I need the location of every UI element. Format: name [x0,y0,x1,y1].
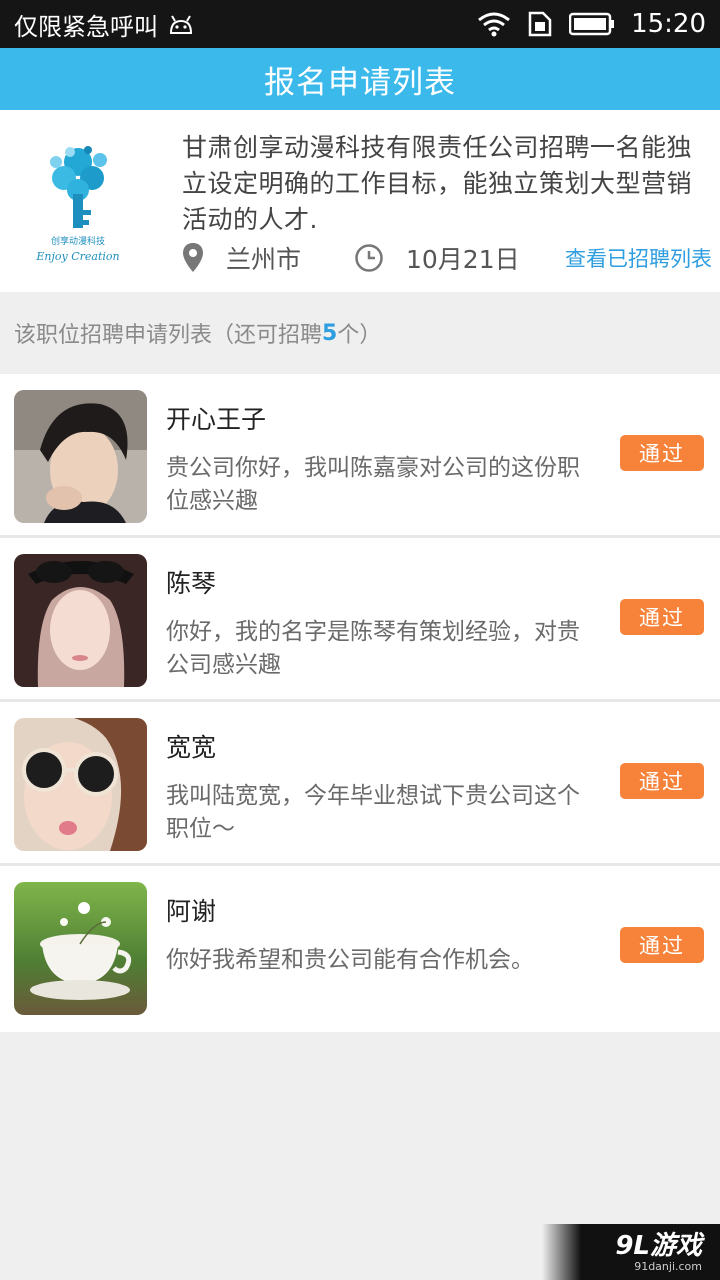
applicant-name: 陈琴 [166,569,217,598]
logo-text-bottom: Enjoy Creation [35,250,119,263]
logo-text-top: 创享动漫科技 [51,235,105,247]
battery-icon [569,12,615,36]
view-hired-list-link[interactable]: 查看已招聘列表 [565,243,712,273]
carrier-text: 仅限紧急呼叫 [14,12,158,41]
job-date: 10月21日 [406,245,520,274]
avatar[interactable] [14,554,147,687]
watermark: 9L游戏 91danji.com [542,1224,720,1280]
approve-button[interactable]: 通过 [620,599,704,635]
job-meta: 兰州市 10月21日 查看已招聘列表 [182,238,712,278]
watermark-url: 91danji.com [634,1259,702,1273]
avatar[interactable] [14,882,147,1015]
applicant-row[interactable]: 宽宽 我叫陆宽宽，今年毕业想试下贵公司这个职位～ 通过 [0,702,720,866]
avatar[interactable] [14,390,147,523]
job-date-group: 10月21日 [354,240,554,276]
company-logo: 创享动漫科技 Enjoy Creation [26,132,146,272]
applicant-message: 你好，我的名字是陈琴有策划经验，对贵公司感兴趣 [166,619,580,678]
applicant-row[interactable]: 阿谢 你好我希望和贵公司能有合作机会。 通过 [0,866,720,1032]
watermark-brand: 9L游戏 [615,1230,702,1261]
applicant-row[interactable]: 开心王子 贵公司你好，我叫陈嘉豪对公司的这份职位感兴趣 通过 [0,374,720,538]
applicant-row[interactable]: 陈琴 你好，我的名字是陈琴有策划经验，对贵公司感兴趣 通过 [0,538,720,702]
approve-button[interactable]: 通过 [620,927,704,963]
applicant-name: 开心王子 [166,405,267,434]
section-header: 该职位招聘申请列表（还可招聘 5 个） [0,292,720,374]
applicant-message: 我叫陆宽宽，今年毕业想试下贵公司这个职位～ [166,783,580,842]
clock-time: 15:20 [631,9,706,39]
section-prefix: 该职位招聘申请列表（还可招聘 [14,323,323,348]
avatar[interactable] [14,718,147,851]
job-location: 兰州市 [182,240,354,276]
android-icon [168,13,194,35]
status-bar: 仅限紧急呼叫 15:20 [0,0,720,48]
remaining-count: 5 [322,320,338,346]
title-bar: 报名申请列表 [0,48,720,110]
section-suffix: 个） [337,323,382,348]
job-city: 兰州市 [226,245,302,274]
applicant-name: 阿谢 [166,897,217,926]
applicant-message: 你好我希望和贵公司能有合作机会。 [166,947,534,973]
job-card: 创享动漫科技 Enjoy Creation 甘肃创享动漫科技有限责任公司招聘一名… [0,110,720,292]
clock-icon [354,243,384,273]
job-description: 甘肃创享动漫科技有限责任公司招聘一名能独立设定明确的工作目标，能独立策划大型营销… [182,133,693,234]
sim-icon [527,11,553,37]
page-title: 报名申请列表 [264,64,456,101]
applicant-name: 宽宽 [166,733,217,762]
location-pin-icon [182,242,204,274]
applicant-message: 贵公司你好，我叫陈嘉豪对公司的这份职位感兴趣 [166,455,580,514]
approve-button[interactable]: 通过 [620,763,704,799]
applicant-list: 开心王子 贵公司你好，我叫陈嘉豪对公司的这份职位感兴趣 通过 陈琴 你好，我的名… [0,374,720,1032]
approve-button[interactable]: 通过 [620,435,704,471]
wifi-icon [477,11,511,37]
